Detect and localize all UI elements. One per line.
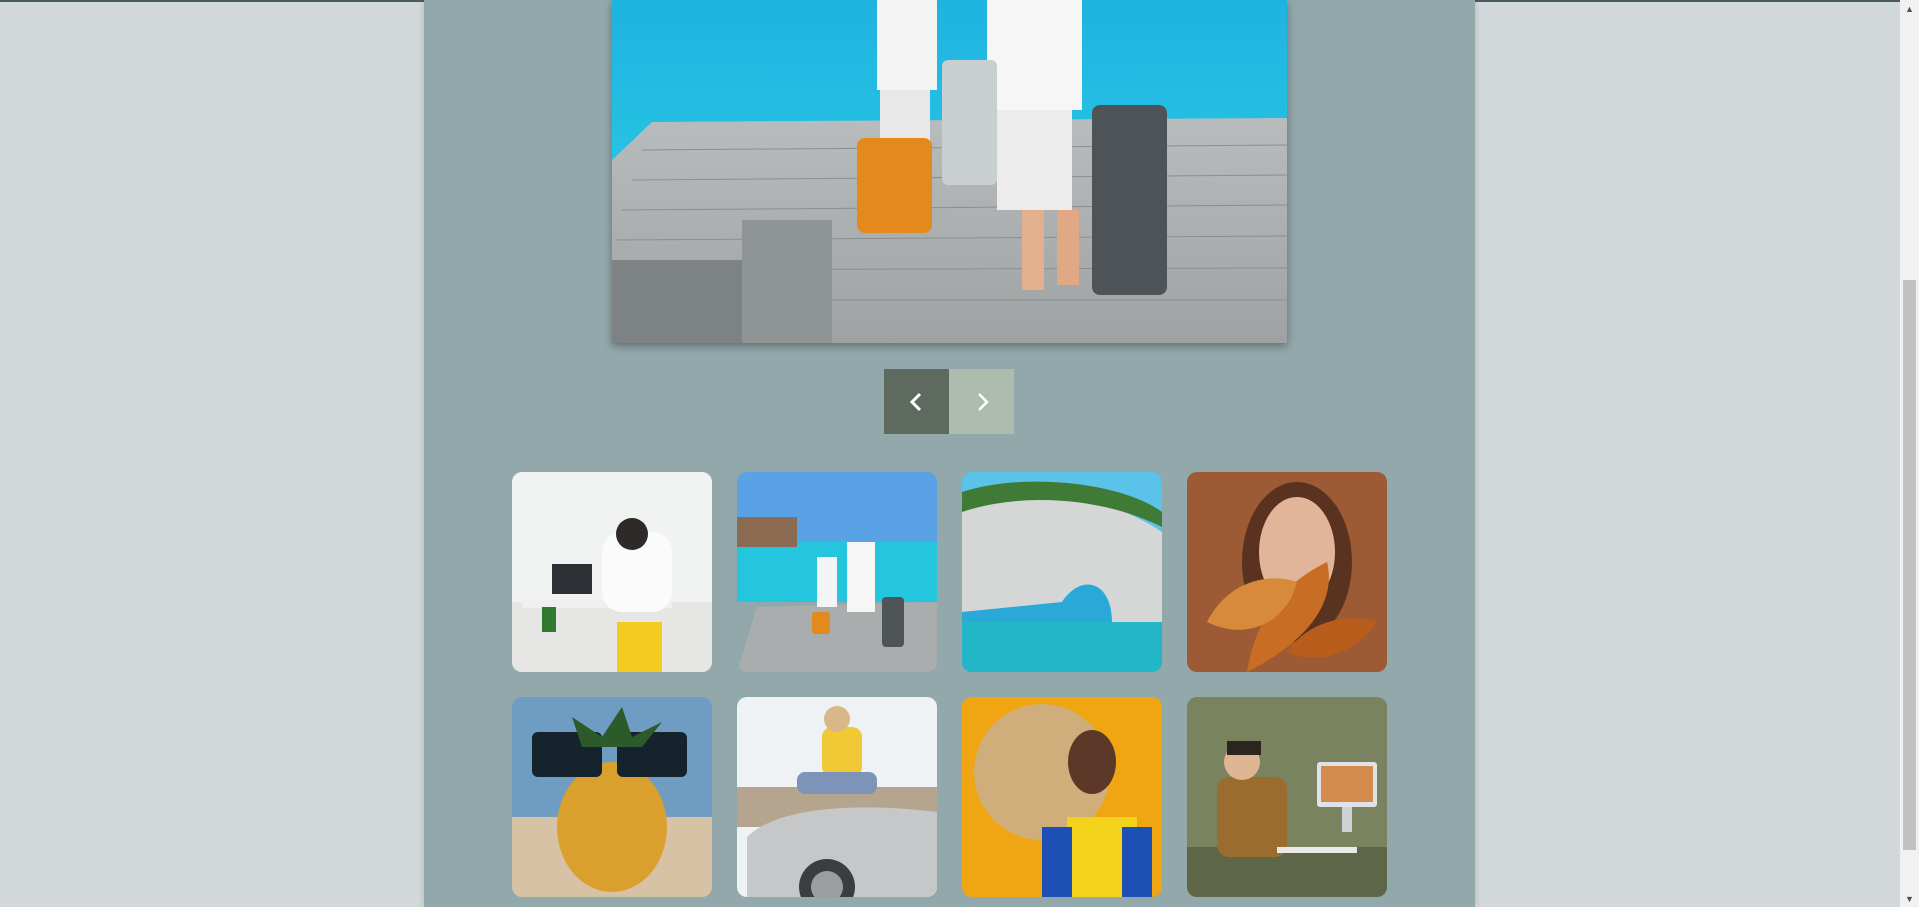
prev-slide-button[interactable] (884, 369, 949, 434)
chevron-left-icon (909, 392, 921, 411)
thumb-sea-arch[interactable] (962, 472, 1162, 672)
thumb-workstation[interactable] (1187, 697, 1387, 897)
triangle-up-icon[interactable]: ▲ (1900, 0, 1919, 17)
thumb-convertible-car[interactable] (737, 697, 937, 897)
thumb-beach-pier[interactable] (737, 472, 937, 672)
slide-navigation (884, 369, 1014, 434)
thumb-autumn-leaves[interactable] (1187, 472, 1387, 672)
chevron-right-icon (977, 392, 989, 411)
page-scrollbar[interactable]: ▲ ▼ (1900, 0, 1919, 907)
thumb-pineapple[interactable] (512, 697, 712, 897)
thumbnail-grid (512, 472, 1387, 897)
triangle-down-icon[interactable]: ▼ (1900, 890, 1919, 907)
next-slide-button[interactable] (949, 369, 1014, 434)
thumb-straw-hat[interactable] (962, 697, 1162, 897)
scrollbar-thumb[interactable] (1903, 280, 1916, 850)
hero-image-beach-pier (612, 0, 1287, 343)
thumb-office-desk[interactable] (512, 472, 712, 672)
